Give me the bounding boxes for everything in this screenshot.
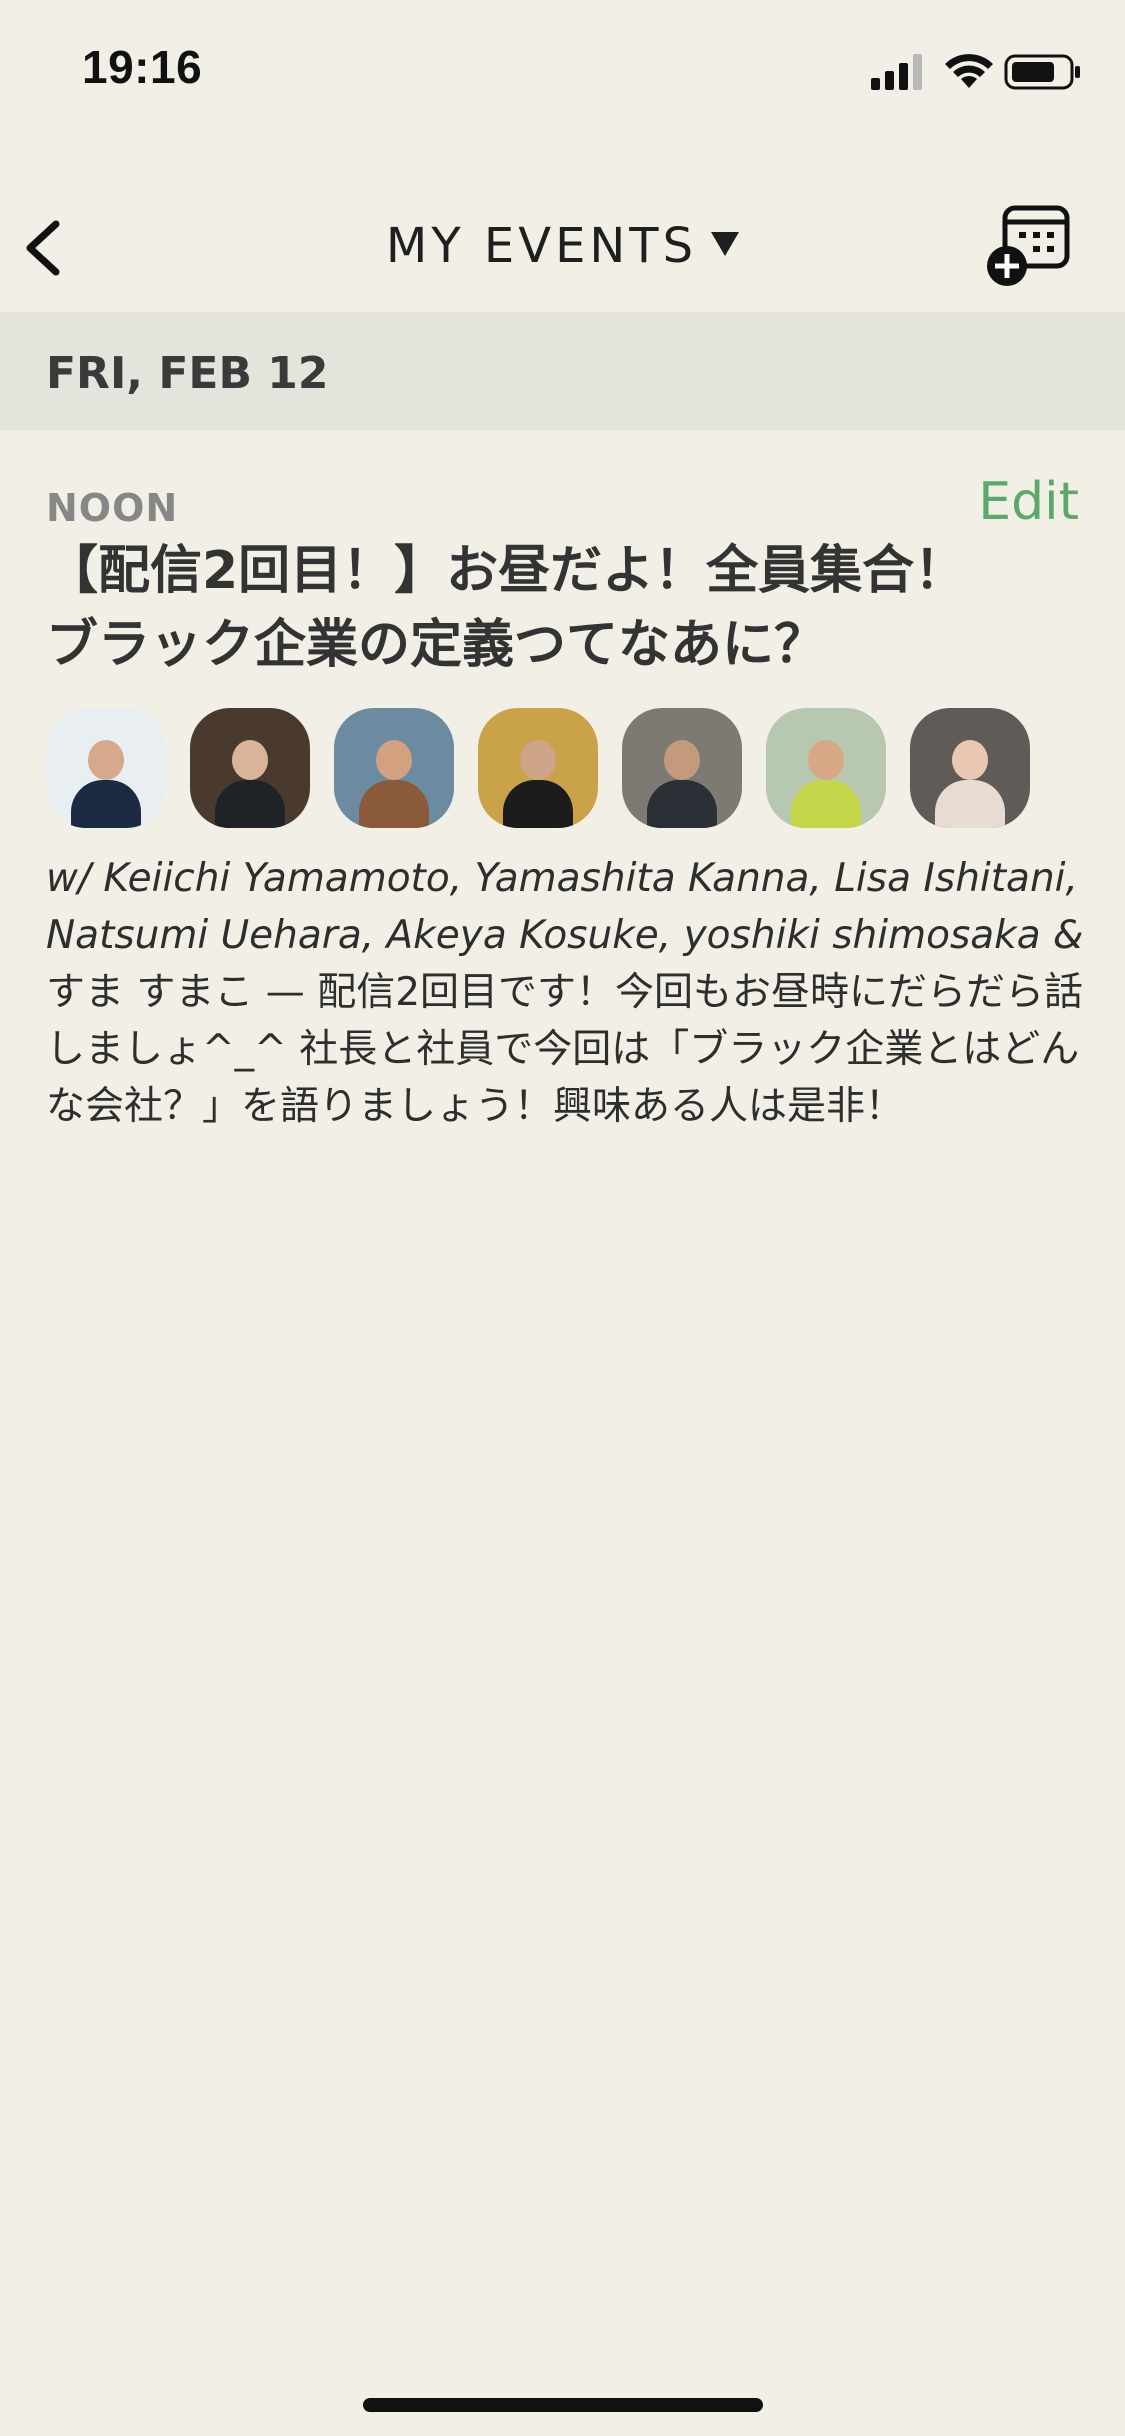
status-time: 19:16 xyxy=(82,41,203,93)
avatar-figure-body xyxy=(215,780,285,828)
edit-button[interactable]: Edit xyxy=(978,472,1079,532)
host-avatar[interactable] xyxy=(622,708,742,828)
avatar-figure-head xyxy=(664,740,700,780)
battery-icon xyxy=(1004,54,1080,90)
host-avatars xyxy=(46,708,1030,830)
avatar-figure-head xyxy=(88,740,124,780)
avatar-figure-head xyxy=(808,740,844,780)
avatar-figure-body xyxy=(359,780,429,828)
page-title: MY EVENTS xyxy=(385,218,698,274)
avatar-figure-head xyxy=(376,740,412,780)
date-label: FRI, FEB 12 xyxy=(46,348,329,399)
event-description: w/ Keiichi Yamamoto, Yamashita Kanna, Li… xyxy=(46,850,1086,1135)
event-hosts: w/ Keiichi Yamamoto, Yamashita Kanna, Li… xyxy=(46,856,1084,958)
host-avatar[interactable] xyxy=(190,708,310,828)
avatar-figure-body xyxy=(791,780,861,828)
event-title: 【配信2回目！】お昼だよ！全員集合！ブラック企業の定義つてなあに？ xyxy=(46,541,967,675)
status-bar: 19:16 xyxy=(0,0,1125,132)
event-description-text: すま すまこ — 配信2回目です！今回もお昼時にだらだら話しましょ^_^ 社長と… xyxy=(46,970,1084,1129)
calendar-add-icon xyxy=(987,205,1070,286)
nav-bar: MY EVENTS xyxy=(0,180,1125,312)
avatar-figure-head xyxy=(520,740,556,780)
host-avatar[interactable] xyxy=(46,708,166,828)
avatar-figure-body xyxy=(71,780,141,828)
events-filter-dropdown[interactable]: MY EVENTS xyxy=(0,218,1125,274)
caret-down-icon xyxy=(711,232,740,256)
host-avatar[interactable] xyxy=(334,708,454,828)
cellular-signal-icon xyxy=(871,54,922,90)
host-avatar[interactable] xyxy=(478,708,598,828)
host-avatar[interactable] xyxy=(910,708,1030,828)
home-indicator xyxy=(363,2398,763,2412)
avatar-figure-body xyxy=(503,780,573,828)
avatar-figure-head xyxy=(952,740,988,780)
avatar-figure-body xyxy=(647,780,717,828)
wifi-icon xyxy=(945,54,993,88)
event-card[interactable]: NOON Edit 【配信2回目！】お昼だよ！全員集合！ブラック企業の定義つてな… xyxy=(0,430,1125,1210)
date-section-header: FRI, FEB 12 xyxy=(0,312,1125,430)
avatar-figure-head xyxy=(232,740,268,780)
host-avatar[interactable] xyxy=(766,708,886,828)
status-icons xyxy=(871,48,1081,92)
event-time: NOON xyxy=(46,486,179,530)
add-event-button[interactable] xyxy=(985,202,1073,290)
avatar-figure-body xyxy=(935,780,1005,828)
